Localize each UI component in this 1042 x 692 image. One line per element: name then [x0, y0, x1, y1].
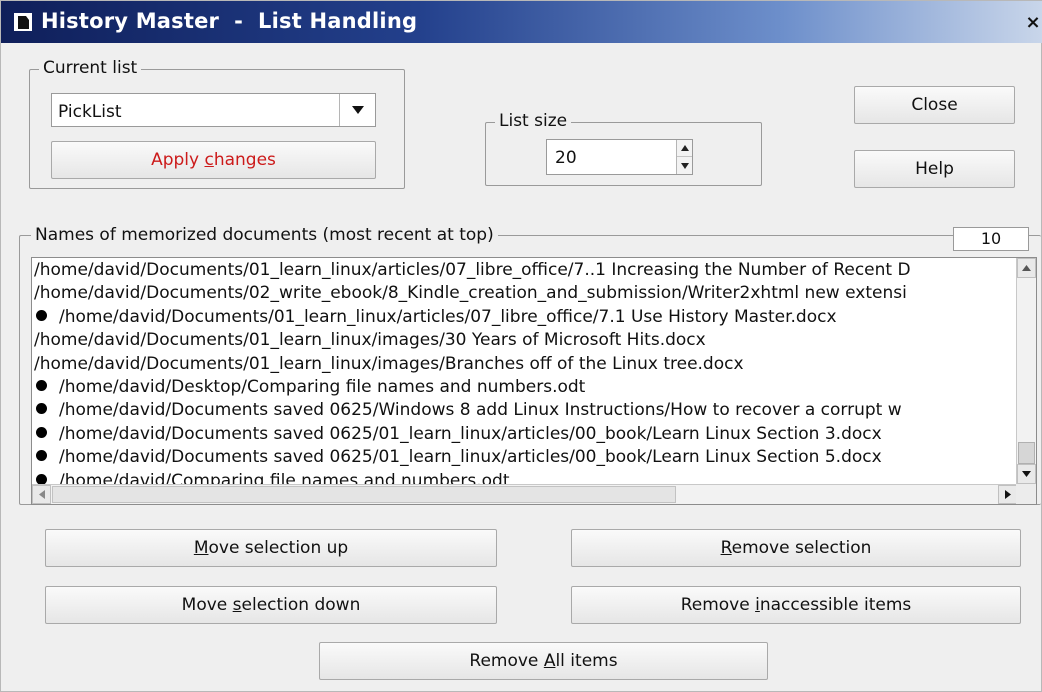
move-selection-down-label: Move selection down — [181, 595, 361, 615]
documents-list[interactable]: /home/david/Documents/01_learn_linux/art… — [31, 257, 1037, 505]
remove-all-items-label: Remove All items — [469, 651, 618, 671]
list-size-value: 20 — [555, 148, 577, 168]
list-item[interactable]: /home/david/Documents/02_write_ebook/8_K… — [34, 282, 1016, 305]
apply-changes-label: Apply changes — [151, 150, 276, 170]
list-item-path: /home/david/Documents/01_learn_linux/art… — [34, 260, 911, 280]
list-item[interactable]: /home/david/Desktop/Comparing file names… — [34, 376, 1016, 399]
list-item[interactable]: /home/david/Documents saved 0625/Windows… — [34, 399, 1016, 422]
horizontal-scrollbar[interactable] — [32, 484, 1018, 504]
list-item-path: /home/david/Documents/02_write_ebook/8_K… — [34, 283, 907, 304]
bullet-icon — [36, 309, 47, 321]
list-item-path: /home/david/Documents saved 0625/01_lear… — [59, 447, 882, 468]
vertical-scroll-thumb[interactable] — [1018, 442, 1035, 464]
list-item[interactable]: /home/david/Documents/01_learn_linux/art… — [34, 259, 1016, 282]
window-title: History Master - List Handling — [41, 9, 418, 33]
current-list-dropdown[interactable]: PickList — [51, 93, 376, 127]
move-selection-up-button[interactable]: Move selection up — [45, 529, 497, 567]
list-item-path: /home/david/Documents/01_learn_linux/ima… — [34, 353, 744, 374]
window-icon — [14, 13, 32, 31]
list-item[interactable]: /home/david/Documents saved 0625/01_lear… — [34, 423, 1016, 446]
arrow-up-icon[interactable] — [677, 140, 692, 157]
bullet-icon — [36, 450, 47, 462]
title-bar[interactable]: History Master - List Handling × — [1, 1, 1042, 43]
list-item-path: /home/david/Documents saved 0625/Windows… — [59, 400, 902, 421]
bullet-icon — [36, 379, 47, 391]
remove-all-items-button[interactable]: Remove All items — [319, 642, 768, 680]
current-list-value: PickList — [58, 102, 122, 122]
scroll-up-icon[interactable] — [1017, 258, 1036, 278]
list-size-spinner[interactable]: 20 — [546, 139, 693, 175]
remove-inaccessible-items-label: Remove inaccessible items — [680, 595, 912, 615]
bullet-icon — [36, 473, 47, 485]
documents-label: Names of memorized documents (most recen… — [31, 225, 498, 245]
list-item-path: /home/david/Documents/01_learn_linux/art… — [59, 306, 837, 327]
horizontal-scroll-thumb[interactable] — [52, 486, 676, 503]
arrow-down-icon[interactable] — [677, 157, 692, 174]
list-item[interactable]: /home/david/Documents/01_learn_linux/art… — [34, 306, 1016, 329]
document-count: 10 — [953, 227, 1029, 251]
vertical-scrollbar[interactable] — [1016, 258, 1036, 484]
list-size-label: List size — [495, 111, 572, 131]
scroll-left-icon[interactable] — [32, 485, 51, 504]
history-master-dialog: History Master - List Handling × Current… — [0, 0, 1042, 692]
apply-changes-button[interactable]: Apply changes — [51, 141, 376, 179]
list-item-path: /home/david/Documents saved 0625/01_lear… — [59, 423, 882, 444]
current-list-label: Current list — [39, 58, 142, 78]
list-item-path: /home/david/Documents/01_learn_linux/ima… — [34, 330, 706, 351]
list-item[interactable]: /home/david/Documents/01_learn_linux/ima… — [34, 329, 1016, 352]
move-selection-up-label: Move selection up — [193, 538, 349, 558]
spinner-buttons — [676, 140, 692, 174]
close-button[interactable]: Close — [854, 86, 1015, 124]
list-item-path: /home/david/Desktop/Comparing file names… — [59, 376, 586, 397]
scroll-right-icon[interactable] — [998, 485, 1017, 504]
scroll-down-icon[interactable] — [1017, 464, 1036, 484]
scroll-corner — [1016, 484, 1036, 504]
move-selection-down-button[interactable]: Move selection down — [45, 586, 497, 624]
bullet-icon — [36, 403, 47, 415]
remove-inaccessible-items-button[interactable]: Remove inaccessible items — [571, 586, 1021, 624]
list-item[interactable]: /home/david/Documents saved 0625/01_lear… — [34, 446, 1016, 469]
list-item[interactable]: /home/david/Documents/01_learn_linux/ima… — [34, 353, 1016, 376]
bullet-icon — [36, 426, 47, 438]
documents-list-rows: /home/david/Documents/01_learn_linux/art… — [34, 259, 1016, 493]
chevron-down-icon[interactable] — [339, 94, 375, 126]
close-icon[interactable]: × — [1025, 14, 1041, 33]
remove-selection-button[interactable]: Remove selection — [571, 529, 1021, 567]
help-button[interactable]: Help — [854, 150, 1015, 188]
remove-selection-label: Remove selection — [720, 538, 872, 558]
